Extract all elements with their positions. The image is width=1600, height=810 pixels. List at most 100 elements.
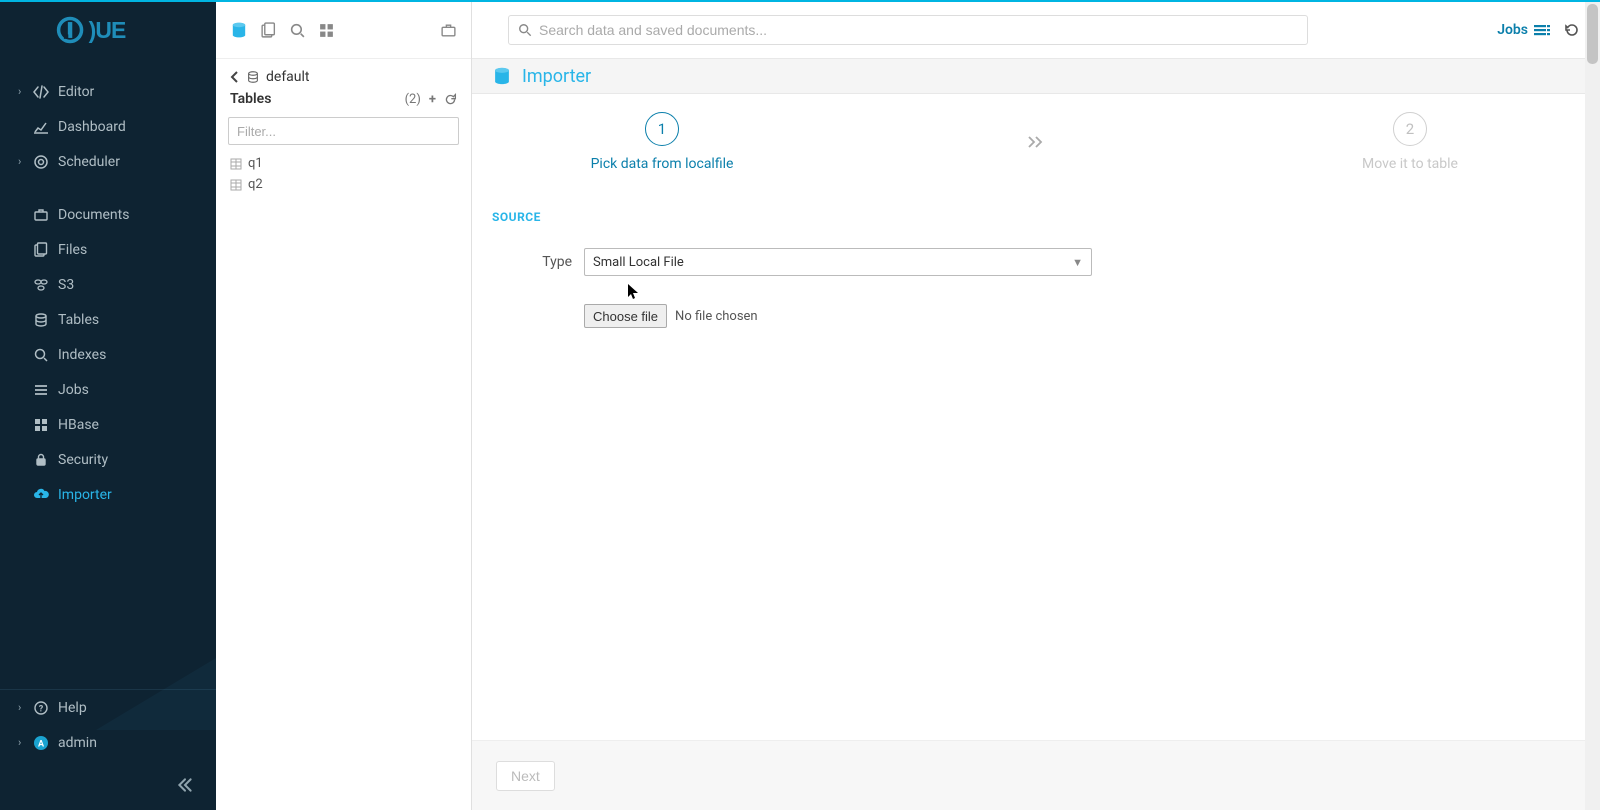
assist-breadcrumb[interactable]: default [228,65,459,89]
global-search-input[interactable] [508,15,1308,45]
tables-list: q1 q2 [216,151,471,197]
main-content: 1 Pick data from localfile 2 Move it to … [472,94,1600,810]
chevron-right-icon: › [18,155,28,168]
sidebar-nav: › Editor Dashboard › Scheduler [0,58,216,689]
table-item[interactable]: q2 [228,174,459,195]
refresh-tables-button[interactable] [444,93,457,106]
sidebar-item-label: Scheduler [58,154,120,170]
sidebar-item-label: admin [58,735,97,751]
sidebar-item-user[interactable]: › A admin [0,725,216,760]
step-label: Move it to table [1362,156,1458,172]
cloud-upload-icon [32,487,50,503]
assist-tab-apps[interactable] [318,22,335,39]
sidebar-item-help[interactable]: › ? Help [0,690,216,725]
brand-logo[interactable]: )UE [0,2,216,58]
db-icon [246,70,260,84]
top-bar: Jobs [472,2,1600,58]
chevron-double-right-icon [1027,135,1045,149]
sidebar-item-label: Importer [58,487,112,503]
type-select[interactable]: Small Local File ▼ [584,248,1092,276]
jobs-icon [1534,24,1550,36]
chevron-right-icon: › [18,736,28,749]
chevron-right-icon: › [18,701,28,714]
svg-text:)UE: )UE [89,17,126,43]
choose-file-button[interactable]: Choose file [584,304,667,328]
sidebar-item-files[interactable]: Files [0,232,216,267]
sidebar-bottom: › ? Help › A admin [0,689,216,810]
table-name: q1 [248,156,263,171]
type-select-value: Small Local File [593,255,684,270]
sidebar-item-tables[interactable]: Tables [0,302,216,337]
code-icon [32,84,50,100]
sidebar-item-label: Help [58,700,87,716]
sidebar-item-label: Jobs [58,382,89,398]
chevron-left-icon[interactable] [230,71,240,83]
help-icon: ? [32,700,50,716]
s3-icon [32,277,50,293]
sidebar-item-label: Tables [58,312,99,328]
files-icon [260,22,277,39]
tables-filter-input[interactable] [228,117,459,145]
chevron-double-left-icon [176,776,194,794]
sidebar-item-label: Dashboard [58,119,126,135]
grid-icon [318,22,335,39]
step-label: Pick data from localfile [591,156,734,172]
sidebar-item-indexes[interactable]: Indexes [0,337,216,372]
assist-tab-search[interactable] [289,22,306,39]
type-label: Type [492,254,584,270]
sidebar-item-hbase[interactable]: HBase [0,407,216,442]
sidebar-item-label: Documents [58,207,129,223]
avatar-icon: A [32,735,50,751]
file-chosen-text: No file chosen [675,309,758,324]
svg-text:A: A [38,739,45,749]
db-icon [32,312,50,328]
tables-heading: Tables [230,91,271,107]
breadcrumb-db-name: default [266,69,310,85]
search-plus-icon [32,347,50,363]
briefcase-icon [32,207,50,223]
wizard-step-1[interactable]: 1 Pick data from localfile [532,112,792,172]
jobs-link[interactable]: Jobs [1497,22,1550,38]
sidebar-item-label: HBase [58,417,99,433]
sidebar-item-documents[interactable]: Documents [0,197,216,232]
step-number-badge: 1 [645,112,679,146]
assist-tab-documents[interactable] [440,22,457,39]
left-sidebar: )UE › Editor Dashboard › Scheduler [0,2,216,810]
next-button[interactable]: Next [496,761,555,791]
add-table-button[interactable]: + [429,92,436,107]
chevron-right-icon: › [18,85,28,98]
sidebar-item-jobs[interactable]: Jobs [0,372,216,407]
assist-tab-db[interactable] [230,21,248,39]
sidebar-item-label: Editor [58,84,94,100]
section-title-source: SOURCE [472,180,1600,242]
sidebar-item-label: Indexes [58,347,106,363]
sidebar-item-s3[interactable]: S3 [0,267,216,302]
sidebar-item-label: S3 [58,277,74,293]
refresh-icon [444,93,457,106]
sidebar-item-scheduler[interactable]: › Scheduler [0,144,216,179]
search-icon [518,23,532,37]
vertical-scrollbar[interactable] [1585,2,1600,810]
tables-count: (2) [405,92,421,107]
form-row-type: Type Small Local File ▼ [472,242,1600,282]
schedule-icon [32,154,50,170]
sidebar-item-importer[interactable]: Importer [0,477,216,512]
history-button[interactable] [1564,22,1580,38]
sidebar-item-editor[interactable]: › Editor [0,74,216,109]
sidebar-collapse-button[interactable] [0,760,216,810]
table-icon [230,158,242,170]
form-row-file: Choose file No file chosen [472,282,1600,328]
assist-tab-files[interactable] [260,22,277,39]
lock-icon [32,452,50,468]
db-icon [492,66,512,86]
top-accent-bar [0,0,1600,2]
page-header: Importer [472,58,1600,94]
scrollbar-thumb[interactable] [1587,4,1598,64]
table-name: q2 [248,177,263,192]
sidebar-item-security[interactable]: Security [0,442,216,477]
wizard-steps: 1 Pick data from localfile 2 Move it to … [472,94,1600,180]
step-number-badge: 2 [1393,112,1427,146]
table-item[interactable]: q1 [228,153,459,174]
list-icon [32,382,50,398]
sidebar-item-dashboard[interactable]: Dashboard [0,109,216,144]
